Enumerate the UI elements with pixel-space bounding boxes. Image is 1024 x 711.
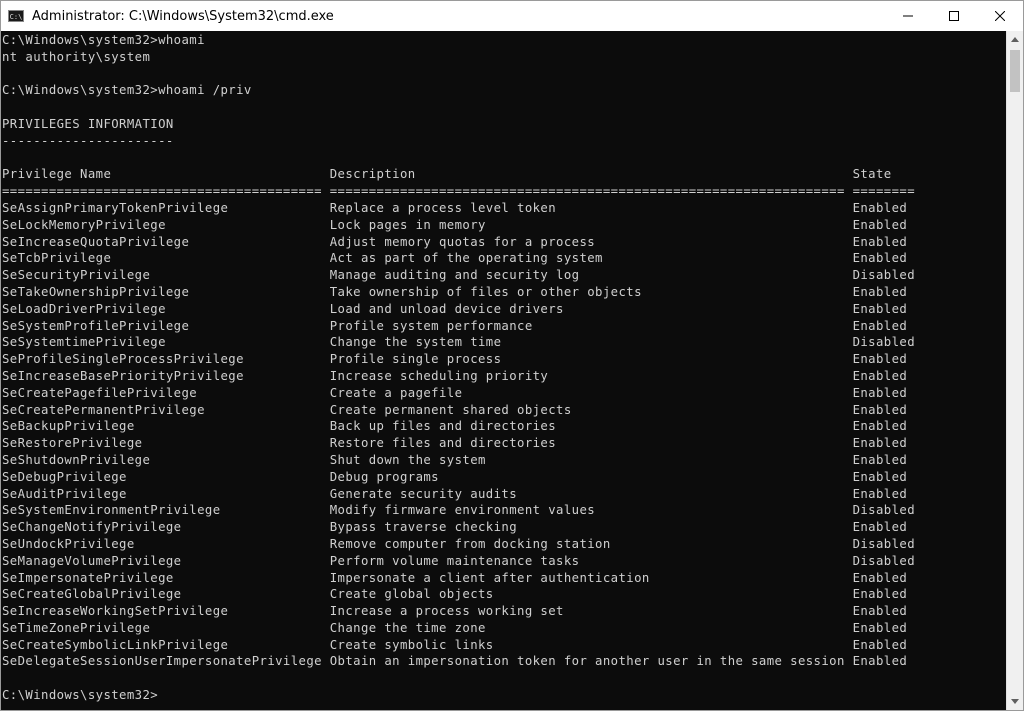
console-line: SeIncreaseQuotaPrivilege Adjust memory q… (2, 234, 908, 249)
maximize-icon (949, 11, 959, 21)
console-line: SeTimeZonePrivilege Change the time zone… (2, 620, 908, 635)
console-line: SeIncreaseWorkingSetPrivilege Increase a… (2, 604, 908, 619)
console-line: SeAuditPrivilege Generate security audit… (2, 486, 908, 501)
console-line: C:\Windows\system32>whoami /priv (2, 83, 252, 98)
console-line: ========================================… (2, 184, 915, 199)
console-line: SeCreatePagefilePrivilege Create a pagef… (2, 385, 908, 400)
console-line: SeDebugPrivilege Debug programs Enabled (2, 469, 908, 484)
cmd-app-icon[interactable]: C:\ (8, 10, 24, 22)
console-line: SeUndockPrivilege Remove computer from d… (2, 536, 915, 551)
console-line: SeShutdownPrivilege Shut down the system… (2, 452, 908, 467)
maximize-button[interactable] (931, 1, 977, 31)
close-icon (995, 11, 1005, 21)
console-line: Privilege Name Description State (2, 167, 892, 182)
console-line: SeCreateGlobalPrivilege Create global ob… (2, 587, 908, 602)
minimize-button[interactable] (885, 1, 931, 31)
console-line: SeProfileSingleProcessPrivilege Profile … (2, 352, 908, 367)
scroll-up-button[interactable] (1007, 31, 1023, 48)
console-line: C:\Windows\system32>whoami (2, 33, 205, 47)
console-line: C:\Windows\system32> (2, 688, 159, 703)
console-line: SeRestorePrivilege Restore files and dir… (2, 436, 908, 451)
scrollbar-thumb[interactable] (1010, 50, 1020, 92)
console-line: SeAssignPrimaryTokenPrivilege Replace a … (2, 200, 908, 215)
console-line: SeChangeNotifyPrivilege Bypass traverse … (2, 520, 908, 535)
console-line: SeSecurityPrivilege Manage auditing and … (2, 268, 915, 283)
window-title: Administrator: C:\Windows\System32\cmd.e… (32, 8, 334, 24)
scroll-down-button[interactable] (1007, 693, 1023, 710)
console-line: SeLockMemoryPrivilege Lock pages in memo… (2, 217, 908, 232)
console-line: PRIVILEGES INFORMATION (2, 116, 174, 131)
close-button[interactable] (977, 1, 1023, 31)
console-line: ---------------------- (2, 133, 174, 148)
console-line: SeTakeOwnershipPrivilege Take ownership … (2, 284, 908, 299)
console-line: SeSystemProfilePrivilege Profile system … (2, 318, 908, 333)
console-line: nt authority\system (2, 49, 151, 64)
minimize-icon (903, 15, 913, 17)
scroll-down-icon (1011, 699, 1019, 704)
console-line: SeImpersonatePrivilege Impersonate a cli… (2, 570, 908, 585)
console-line: SeIncreaseBasePriorityPrivilege Increase… (2, 368, 908, 383)
console-lines: C:\Windows\system32>whoami nt authority\s… (2, 32, 915, 704)
console-line: SeCreatePermanentPrivilege Create perman… (2, 402, 908, 417)
console-line: SeManageVolumePrivilege Perform volume m… (2, 553, 915, 568)
window-controls (885, 1, 1023, 31)
console-line: SeLoadDriverPrivilege Load and unload de… (2, 301, 908, 316)
title-bar[interactable]: C:\ Administrator: C:\Windows\System32\c… (1, 1, 1023, 31)
console-line: SeTcbPrivilege Act as part of the operat… (2, 251, 908, 266)
console-line: SeBackupPrivilege Back up files and dire… (2, 419, 908, 434)
scroll-up-icon (1011, 37, 1019, 42)
console-line: SeDelegateSessionUserImpersonatePrivileg… (2, 654, 908, 669)
vertical-scrollbar[interactable] (1006, 31, 1023, 710)
console-line: SeSystemtimePrivilege Change the system … (2, 335, 915, 350)
console-line: SeCreateSymbolicLinkPrivilege Create sym… (2, 637, 908, 652)
cmd-window: C:\ Administrator: C:\Windows\System32\c… (0, 0, 1024, 711)
console-line: SeSystemEnvironmentPrivilege Modify firm… (2, 503, 915, 518)
console-output[interactable]: C:\Windows\system32>whoami nt authority\s… (1, 31, 1007, 710)
